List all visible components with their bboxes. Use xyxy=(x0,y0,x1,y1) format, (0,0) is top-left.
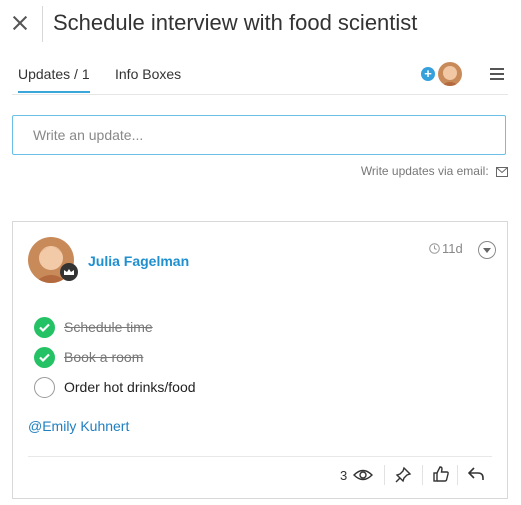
checkbox-unchecked[interactable] xyxy=(34,377,55,398)
tab-bar: Updates / 1 Info Boxes + xyxy=(12,58,508,95)
footer-divider xyxy=(28,456,492,457)
mention-link[interactable]: @Emily Kuhnert xyxy=(28,418,129,434)
reply-icon[interactable] xyxy=(468,467,484,481)
tab-info-boxes[interactable]: Info Boxes xyxy=(115,66,181,82)
post-time-label: 11d xyxy=(442,241,463,256)
checklist-item-label: Order hot drinks/food xyxy=(64,379,196,395)
author-name[interactable]: Julia Fagelman xyxy=(88,253,189,269)
update-box xyxy=(12,115,506,155)
checklist-item-label: Book a room xyxy=(64,349,144,365)
menu-icon[interactable] xyxy=(490,68,504,80)
thumbs-up-icon[interactable] xyxy=(433,466,449,482)
chevron-down-icon[interactable] xyxy=(478,241,496,259)
footer-separator xyxy=(422,465,423,485)
checkbox-checked[interactable] xyxy=(34,347,55,368)
plus-icon[interactable]: + xyxy=(421,67,435,81)
checkbox-checked[interactable] xyxy=(34,317,55,338)
email-hint-label: Write updates via email: xyxy=(360,164,489,178)
subscriber-avatar[interactable] xyxy=(438,62,462,86)
email-hint[interactable]: Write updates via email: xyxy=(330,164,508,178)
mail-icon xyxy=(496,167,508,177)
header-divider xyxy=(42,6,43,42)
view-count: 3 xyxy=(340,468,348,483)
checklist-item-label: Schedule time xyxy=(64,319,153,335)
eye-icon[interactable] xyxy=(353,468,373,482)
close-icon[interactable] xyxy=(10,13,30,33)
pin-icon[interactable] xyxy=(394,466,412,484)
clock-icon xyxy=(429,243,440,254)
tab-updates[interactable]: Updates / 1 xyxy=(18,66,90,93)
crown-icon xyxy=(60,263,78,281)
footer-separator xyxy=(457,465,458,485)
update-input[interactable] xyxy=(13,116,505,154)
post-time: 11d xyxy=(429,241,463,256)
page-title: Schedule interview with food scientist xyxy=(53,10,418,35)
header: Schedule interview with food scientist xyxy=(0,0,521,50)
footer-separator xyxy=(384,465,385,485)
update-card: Julia Fagelman 11d Schedule time Book a … xyxy=(12,221,508,499)
